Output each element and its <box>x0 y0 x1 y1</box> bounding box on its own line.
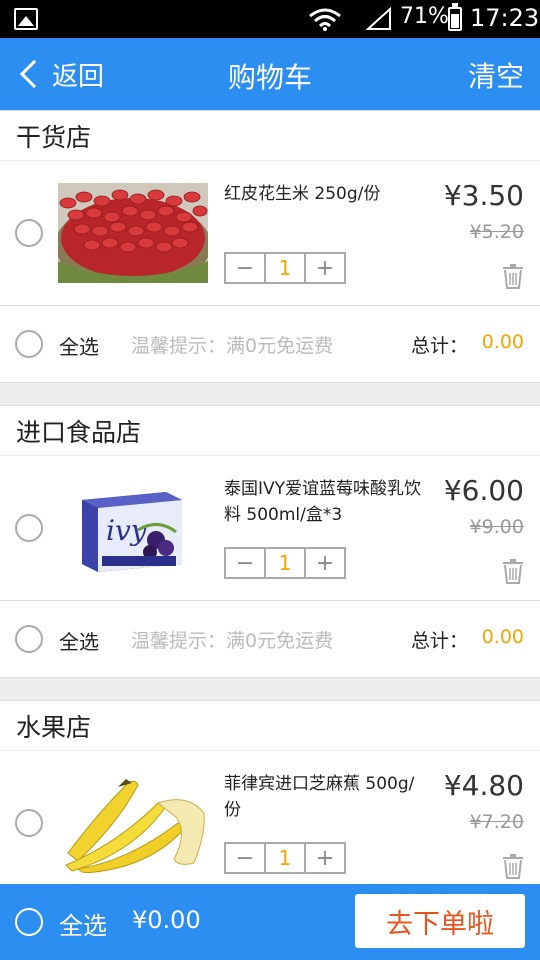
item-original-price: ¥9.00 <box>469 516 524 538</box>
battery-percent: 71% <box>400 4 449 29</box>
item-price: ¥6.00 <box>443 474 524 507</box>
checkout-bar: 全选 ¥0.00 去下单啦 <box>0 884 540 960</box>
shipping-tip: 温馨提示：满0元免运费 <box>131 630 334 652</box>
shop-name: 进口食品店 <box>0 406 540 456</box>
quantity-value[interactable]: 1 <box>264 549 306 577</box>
quantity-stepper: − 1 + <box>224 252 346 284</box>
decrease-button[interactable]: − <box>226 254 264 282</box>
shop-section: 干货店 红皮花生米 250g/份 − 1 + ¥3.50 ¥5.20 全选 温馨… <box>0 110 540 383</box>
increase-button[interactable]: + <box>306 844 344 872</box>
shop-section: 水果店 菲律宾进口芝麻蕉 500g/份 − 1 + ¥4.80 ¥7.20 <box>0 700 540 884</box>
status-bar: 71% 17:23 <box>0 0 540 38</box>
item-select-radio[interactable] <box>15 219 43 247</box>
product-image-bananas[interactable] <box>58 773 208 873</box>
signal-icon <box>366 7 391 30</box>
clear-button[interactable]: 清空 <box>468 55 524 95</box>
cart-item: 红皮花生米 250g/份 − 1 + ¥3.50 ¥5.20 <box>0 161 540 306</box>
grand-total: ¥0.00 <box>132 906 201 934</box>
shop-name: 干货店 <box>0 111 540 161</box>
decrease-button[interactable]: − <box>226 844 264 872</box>
item-name: 泰国IVY爱谊蓝莓味酸乳饮料 500ml/盒*3 <box>224 479 422 525</box>
shop-total-value: 0.00 <box>481 331 524 353</box>
select-all-label[interactable]: 全选 <box>59 906 107 941</box>
trash-icon[interactable] <box>502 558 524 584</box>
clock: 17:23 <box>470 4 540 32</box>
item-select-radio[interactable] <box>15 514 43 542</box>
shop-total-label: 总计： <box>410 630 468 652</box>
decrease-button[interactable]: − <box>226 549 264 577</box>
picture-notification-icon <box>14 8 38 30</box>
shop-select-all-label[interactable]: 全选 <box>59 626 99 655</box>
cart-item: 菲律宾进口芝麻蕉 500g/份 − 1 + ¥4.80 ¥7.20 <box>0 751 540 884</box>
shop-name: 水果店 <box>0 701 540 751</box>
select-all-radio[interactable] <box>15 908 43 936</box>
shop-total-label: 总计： <box>410 335 468 357</box>
item-name: 红皮花生米 250g/份 <box>224 184 381 204</box>
product-image-red-peanuts[interactable] <box>58 183 208 283</box>
shop-select-all-radio[interactable] <box>15 330 43 358</box>
trash-icon[interactable] <box>502 263 524 289</box>
quantity-value[interactable]: 1 <box>264 254 306 282</box>
item-name: 菲律宾进口芝麻蕉 500g/份 <box>224 774 415 820</box>
increase-button[interactable]: + <box>306 254 344 282</box>
cart-item: ivy 泰国IVY爱谊蓝莓味酸乳饮料 500ml/盒*3 − 1 + ¥6.00… <box>0 456 540 601</box>
increase-button[interactable]: + <box>306 549 344 577</box>
item-select-radio[interactable] <box>15 809 43 837</box>
quantity-value[interactable]: 1 <box>264 844 306 872</box>
title-bar: 返回 购物车 清空 <box>0 38 540 110</box>
wifi-icon <box>309 8 341 31</box>
page-title: 购物车 <box>227 61 312 94</box>
trash-icon[interactable] <box>502 853 524 879</box>
shop-select-all-label[interactable]: 全选 <box>59 331 99 360</box>
item-price: ¥4.80 <box>443 769 524 802</box>
quantity-stepper: − 1 + <box>224 842 346 874</box>
battery-icon <box>448 3 462 31</box>
shop-footer: 全选 温馨提示：满0元免运费 总计： 0.00 <box>0 601 540 677</box>
item-original-price: ¥7.20 <box>469 811 524 833</box>
cart-list: 干货店 红皮花生米 250g/份 − 1 + ¥3.50 ¥5.20 全选 温馨… <box>0 110 540 884</box>
quantity-stepper: − 1 + <box>224 547 346 579</box>
shop-section: 进口食品店 ivy 泰国IVY爱谊蓝莓味酸乳饮料 500ml/盒*3 − 1 +… <box>0 405 540 678</box>
product-image-ivy-drink[interactable]: ivy <box>58 478 208 578</box>
item-price: ¥3.50 <box>443 179 524 212</box>
checkout-button[interactable]: 去下单啦 <box>355 894 525 948</box>
item-original-price: ¥5.20 <box>469 221 524 243</box>
shop-select-all-radio[interactable] <box>15 625 43 653</box>
shipping-tip: 温馨提示：满0元免运费 <box>131 335 334 357</box>
ivy-brand-text: ivy <box>106 514 148 547</box>
shop-footer: 全选 温馨提示：满0元免运费 总计： 0.00 <box>0 306 540 382</box>
shop-total-value: 0.00 <box>481 626 524 648</box>
